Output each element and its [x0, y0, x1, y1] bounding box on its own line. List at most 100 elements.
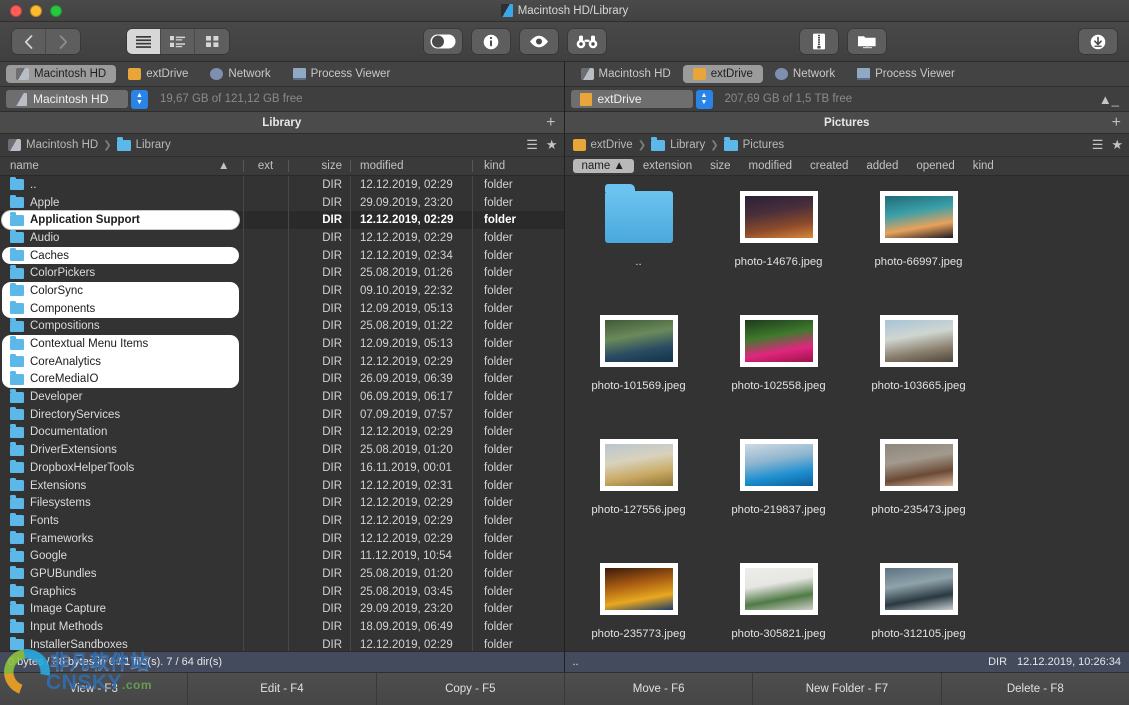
right-tab-macintosh-hd[interactable]: Macintosh HD — [571, 65, 681, 83]
right-col-size[interactable]: size — [701, 159, 739, 173]
thumbnail-item[interactable]: photo-235773.jpeg — [569, 554, 709, 651]
view-mode-icon-button[interactable] — [195, 29, 229, 54]
fkey-f5[interactable]: Copy - F5 — [376, 673, 565, 705]
left-col-name[interactable]: name — [0, 160, 243, 172]
left-breadcrumb-item[interactable]: Macintosh HD — [8, 139, 98, 151]
table-row[interactable]: InstallerSandboxes DIR 12.12.2019, 02:29 fo… — [0, 636, 564, 651]
table-row[interactable]: Graphics DIR 25.08.2019, 03:45 folder — [0, 583, 564, 601]
thumbnail-item[interactable]: photo-312105.jpeg — [849, 554, 989, 651]
eject-icon[interactable]: ▲_ — [1099, 92, 1119, 107]
right-tab-network[interactable]: Network — [765, 65, 845, 83]
left-breadcrumb-item[interactable]: Library — [116, 137, 171, 151]
add-tab-icon[interactable]: + — [1112, 114, 1121, 130]
table-row[interactable]: CoreAnalytics DIR 12.12.2019, 02:29 folder — [0, 352, 564, 371]
table-row[interactable]: Application Support DIR 12.12.2019, 02:29 f… — [0, 211, 564, 230]
search-button[interactable] — [568, 29, 606, 54]
right-drive-stepper[interactable]: ▲ ▼ — [695, 89, 713, 109]
table-row[interactable]: DirectoryServices DIR 07.09.2019, 07:57 fol… — [0, 406, 564, 424]
right-drive-selector[interactable]: extDrive — [570, 90, 693, 108]
favorite-star-icon[interactable]: ★ — [546, 137, 558, 153]
fkey-f7[interactable]: New Folder - F7 — [753, 673, 942, 705]
forward-button[interactable] — [46, 29, 80, 54]
table-row[interactable]: GPUBundles DIR 25.08.2019, 01:20 folder — [0, 565, 564, 583]
view-mode-list-button[interactable] — [127, 29, 161, 54]
left-folder-tab[interactable]: Library + — [0, 112, 564, 134]
right-col-added[interactable]: added — [857, 159, 907, 173]
thumbnail-item[interactable]: photo-101569.jpeg — [569, 306, 709, 430]
table-row[interactable]: CoreMediaIO DIR 26.09.2019, 06:39 folder — [0, 370, 564, 389]
table-row[interactable]: Image Capture DIR 29.09.2019, 23:20 folder — [0, 601, 564, 619]
quick-look-button[interactable] — [520, 29, 558, 54]
fkey-f6[interactable]: Move - F6 — [564, 673, 754, 705]
archive-button[interactable] — [800, 29, 838, 54]
fkey-f4[interactable]: Edit - F4 — [188, 673, 377, 705]
table-row[interactable]: Compositions DIR 25.08.2019, 01:22 folder — [0, 318, 564, 336]
table-row[interactable]: DriverExtensions DIR 25.08.2019, 01:20 fold… — [0, 441, 564, 459]
table-row[interactable]: ColorSync DIR 09.10.2019, 22:32 folder — [0, 282, 564, 300]
table-row[interactable]: Fonts DIR 12.12.2019, 02:29 folder — [0, 512, 564, 530]
list-menu-icon[interactable]: ☰ — [1092, 137, 1104, 153]
right-folder-tab[interactable]: Pictures + — [564, 112, 1129, 134]
table-row[interactable]: Filesystems DIR 12.12.2019, 02:29 folder — [0, 494, 564, 512]
table-row[interactable]: Extensions DIR 12.12.2019, 02:31 folder — [0, 477, 564, 495]
table-row[interactable]: DropboxHelperTools DIR 16.11.2019, 00:01 fo… — [0, 459, 564, 477]
table-row[interactable]: Documentation DIR 12.12.2019, 02:29 folder — [0, 424, 564, 442]
thumbnail-item[interactable]: photo-66997.jpeg — [849, 182, 989, 306]
table-row[interactable]: Developer DIR 06.09.2019, 06:17 folder — [0, 388, 564, 406]
table-row[interactable]: Apple DIR 29.09.2019, 23:20 folder — [0, 194, 564, 212]
fkey-f8[interactable]: Delete - F8 — [941, 673, 1129, 705]
thumbnail-item[interactable]: photo-103665.jpeg — [849, 306, 989, 430]
thumbnail-item[interactable]: photo-305821.jpeg — [709, 554, 849, 651]
left-tab-extdrive[interactable]: extDrive — [118, 65, 198, 83]
table-row[interactable]: Caches DIR 12.12.2019, 02:34 folder — [0, 246, 564, 265]
thumbnail-item[interactable]: photo-235473.jpeg — [849, 430, 989, 554]
left-col-ext[interactable]: ext — [243, 160, 288, 172]
right-col-modified[interactable]: modified — [740, 159, 801, 173]
left-drive-stepper[interactable]: ▲ ▼ — [131, 89, 148, 109]
thumbnail-item[interactable]: photo-102558.jpeg — [709, 306, 849, 430]
right-breadcrumb-item[interactable]: extDrive — [572, 139, 633, 151]
right-breadcrumb-item[interactable]: Library — [651, 137, 705, 151]
left-col-size[interactable]: size — [288, 160, 350, 172]
minimize-window-button[interactable] — [30, 4, 42, 17]
right-tab-process-viewer[interactable]: Process Viewer — [847, 65, 965, 83]
table-row[interactable]: Frameworks DIR 12.12.2019, 02:29 folder — [0, 530, 564, 548]
network-share-button[interactable] — [848, 29, 886, 54]
table-row[interactable]: Audio DIR 12.12.2019, 02:29 folder — [0, 229, 564, 247]
left-tab-macintosh-hd[interactable]: Macintosh HD — [6, 65, 117, 83]
right-col-kind[interactable]: kind — [964, 159, 1003, 173]
left-drive-selector[interactable]: Macintosh HD — [6, 90, 128, 108]
table-row[interactable]: ColorPickers DIR 25.08.2019, 01:26 folder — [0, 264, 564, 282]
favorite-star-icon[interactable]: ★ — [1111, 137, 1123, 153]
list-menu-icon[interactable]: ☰ — [526, 137, 538, 153]
table-row[interactable]: Components DIR 12.09.2019, 05:13 folder — [0, 299, 564, 318]
right-col-name[interactable]: name ▲ — [572, 159, 634, 173]
add-tab-icon[interactable]: + — [546, 114, 555, 130]
left-col-kind[interactable]: kind — [472, 160, 564, 172]
left-file-list[interactable]: .. DIR 12.12.2019, 02:29 folder Apple DIR 29.0… — [0, 176, 564, 651]
right-thumbnail-grid[interactable]: .. photo-14676.jpeg photo-66997.jpeg photo-… — [564, 176, 1129, 651]
info-button[interactable] — [472, 29, 510, 54]
right-col-created[interactable]: created — [801, 159, 857, 173]
table-row[interactable]: Input Methods DIR 18.09.2019, 06:49 folder — [0, 618, 564, 636]
zoom-window-button[interactable] — [50, 4, 62, 17]
table-row[interactable]: .. DIR 12.12.2019, 02:29 folder — [0, 176, 564, 194]
back-button[interactable] — [12, 29, 46, 54]
close-window-button[interactable] — [10, 4, 22, 17]
dual-pane-toggle-button[interactable] — [424, 29, 462, 54]
left-col-modified[interactable]: modified — [350, 160, 472, 172]
left-tab-network[interactable]: Network — [200, 65, 280, 83]
table-row[interactable]: Google DIR 11.12.2019, 10:54 folder — [0, 547, 564, 565]
fkey-f3[interactable]: View - F3 — [0, 673, 189, 705]
left-tab-process-viewer[interactable]: Process Viewer — [283, 65, 401, 83]
view-mode-detail-button[interactable] — [161, 29, 195, 54]
right-col-extension[interactable]: extension — [634, 159, 701, 173]
thumbnail-item[interactable]: photo-127556.jpeg — [569, 430, 709, 554]
right-breadcrumb-item[interactable]: Pictures — [723, 137, 784, 151]
thumbnail-item[interactable]: photo-14676.jpeg — [709, 182, 849, 306]
thumbnail-item[interactable]: photo-219837.jpeg — [709, 430, 849, 554]
right-tab-extdrive[interactable]: extDrive — [682, 65, 763, 83]
downloads-button[interactable] — [1079, 29, 1117, 54]
parent-folder-item[interactable]: .. — [569, 182, 709, 306]
table-row[interactable]: Contextual Menu Items DIR 12.09.2019, 05:1… — [0, 335, 564, 353]
